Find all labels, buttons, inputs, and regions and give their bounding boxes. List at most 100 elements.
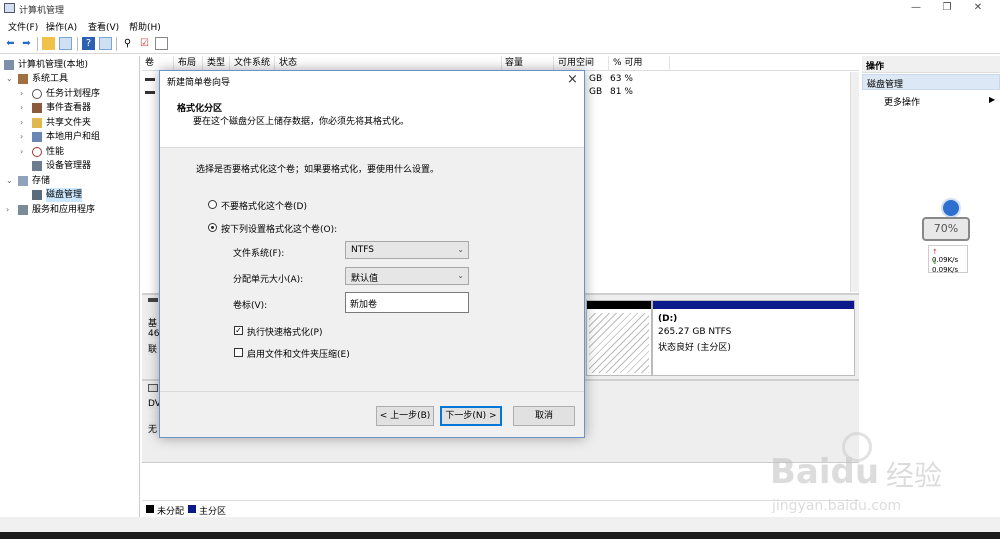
volume-icon — [145, 91, 155, 94]
unallocated-bar — [587, 301, 651, 309]
filesystem-select[interactable]: NTFS ⌄ — [345, 241, 469, 259]
unallocated-partition[interactable] — [586, 300, 652, 376]
empty-disk-area — [142, 462, 859, 502]
window-title: 计算机管理 — [19, 6, 65, 16]
disk-icon — [148, 298, 158, 302]
column-layout[interactable]: 布局 — [175, 56, 203, 71]
navigation-tree: 计算机管理(本地) ⌄ 系统工具 › 任务计划程序 › 事件查看器 › 共享文件… — [0, 56, 140, 517]
chevron-down-icon[interactable]: ⌄ — [6, 72, 15, 86]
toolbar-separator — [77, 37, 78, 51]
tree-item-label: 性能 — [46, 147, 65, 157]
toolbar-separator — [116, 37, 117, 51]
column-status[interactable]: 状态 — [276, 56, 502, 71]
properties-icon[interactable] — [99, 37, 112, 50]
menu-bar: 文件(F) 操作(A) 查看(V) 帮助(H) — [0, 17, 1000, 34]
no-format-radio[interactable] — [208, 200, 217, 209]
chevron-right-icon[interactable]: › — [20, 87, 29, 101]
volume-icon — [145, 78, 155, 81]
connect-icon[interactable]: ⚲ — [121, 37, 134, 50]
dvd-status-label: 无 — [148, 422, 158, 435]
quick-format-label[interactable]: 执行快速格式化(P) — [247, 325, 322, 338]
allocation-unit-value: 默认值 — [351, 274, 379, 284]
percent-free-cell: 81 % — [610, 87, 633, 97]
no-format-label[interactable]: 不要格式化这个卷(D) — [221, 199, 307, 212]
quick-format-checkbox[interactable]: ✓ — [234, 326, 243, 335]
dialog-title: 新建简单卷向导 — [167, 78, 231, 88]
console-icon[interactable] — [155, 37, 168, 50]
download-speed-row: ↓ 0.09K/s — [932, 258, 964, 274]
scrollbar[interactable] — [850, 72, 859, 292]
dialog-subheading: 要在这个磁盘分区上储存数据，你必须先将其格式化。 — [193, 117, 410, 127]
services-icon — [18, 205, 28, 215]
column-volume[interactable]: 卷 — [142, 56, 174, 71]
menu-view[interactable]: 查看(V) — [88, 20, 119, 33]
chevron-right-icon[interactable]: ▶ — [989, 95, 995, 104]
maximize-button[interactable]: ❐ — [932, 1, 962, 15]
menu-action[interactable]: 操作(A) — [46, 20, 77, 33]
volume-label-input[interactable]: 新加卷 — [345, 292, 469, 313]
performance-icon — [32, 147, 42, 157]
toolbar: ⬅ ➡ ? ⚲ ☑ — [0, 34, 1000, 54]
column-free-space[interactable]: 可用空间 — [555, 56, 609, 71]
storage-icon — [18, 176, 28, 186]
column-filesystem[interactable]: 文件系统 — [231, 56, 275, 71]
dialog-close-icon[interactable]: × — [567, 72, 578, 87]
watermark-url: jingyan.baidu.com — [772, 498, 902, 514]
shared-folder-icon — [32, 118, 42, 128]
watermark-brand-part1: Bai — [770, 452, 831, 492]
column-type[interactable]: 类型 — [204, 56, 230, 71]
tree-item-label: 事件查看器 — [46, 103, 92, 113]
chevron-down-icon: ⌄ — [457, 271, 464, 280]
chevron-right-icon[interactable]: › — [20, 101, 29, 115]
tools-icon — [18, 74, 28, 84]
show-hide-tree-icon[interactable] — [59, 37, 72, 50]
allocation-unit-select[interactable]: 默认值 ⌄ — [345, 267, 469, 285]
device-manager-icon — [32, 161, 42, 171]
dvd-drive-icon — [148, 384, 158, 392]
column-percent-free[interactable]: % 可用 — [610, 56, 670, 71]
back-button[interactable]: < 上一步(B) — [376, 406, 434, 426]
menu-file[interactable]: 文件(F) — [8, 20, 38, 33]
next-button[interactable]: 下一步(N) > — [440, 406, 502, 426]
unallocated-hatch — [589, 313, 649, 373]
disk0-status-label: 联 — [148, 342, 158, 355]
minimize-button[interactable]: — — [901, 1, 931, 15]
tree-item-label: 磁盘管理 — [46, 188, 83, 202]
gauge-icon — [941, 198, 961, 218]
partition-d-status: 状态良好 (主分区) — [658, 343, 731, 353]
menu-help[interactable]: 帮助(H) — [129, 20, 161, 33]
checklist-icon[interactable]: ☑ — [138, 37, 151, 50]
speed-panel: ↑ 0.09K/s ↓ 0.09K/s — [928, 245, 968, 274]
chevron-down-icon[interactable]: ⌄ — [6, 174, 15, 188]
percent-free-cell: 63 % — [610, 74, 633, 84]
close-button[interactable]: ✕ — [963, 1, 993, 15]
disk0-size-label: 46 — [148, 329, 160, 339]
network-speed-widget[interactable]: 70% ↑ 0.09K/s ↓ 0.09K/s — [920, 195, 970, 277]
back-arrow-icon[interactable]: ⬅ — [4, 37, 17, 50]
upload-speed-row: ↑ 0.09K/s — [932, 248, 964, 264]
tree-item-label: 系统工具 — [32, 74, 69, 84]
partition-d[interactable]: (D:) 265.27 GB NTFS 状态良好 (主分区) — [652, 300, 855, 376]
help-icon[interactable]: ? — [82, 37, 95, 50]
chevron-right-icon[interactable]: › — [20, 145, 29, 159]
compression-checkbox[interactable] — [234, 348, 243, 357]
cancel-button[interactable]: 取消 — [513, 406, 575, 426]
more-actions-link[interactable]: 更多操作 — [884, 95, 920, 108]
up-folder-icon[interactable] — [42, 37, 55, 50]
memory-percent: 70% — [922, 217, 970, 241]
column-capacity[interactable]: 容量 — [502, 56, 554, 71]
allocation-unit-label: 分配单元大小(A): — [233, 275, 304, 285]
format-radio[interactable] — [208, 223, 217, 232]
tree-item-label: 设备管理器 — [46, 161, 92, 171]
actions-section-disk-management[interactable]: 磁盘管理 — [862, 74, 1000, 90]
format-label[interactable]: 按下列设置格式化这个卷(O): — [221, 222, 337, 235]
primary-swatch — [188, 505, 196, 513]
legend-unallocated-label: 未分配 — [157, 507, 185, 517]
chevron-right-icon[interactable]: › — [20, 116, 29, 130]
chevron-right-icon[interactable]: › — [6, 203, 15, 217]
watermark-cn: 经验 — [886, 459, 943, 492]
chevron-right-icon[interactable]: › — [20, 130, 29, 144]
compression-label[interactable]: 启用文件和文件夹压缩(E) — [247, 347, 350, 360]
download-speed: 0.09K/s — [932, 266, 959, 274]
forward-arrow-icon[interactable]: ➡ — [20, 37, 33, 50]
